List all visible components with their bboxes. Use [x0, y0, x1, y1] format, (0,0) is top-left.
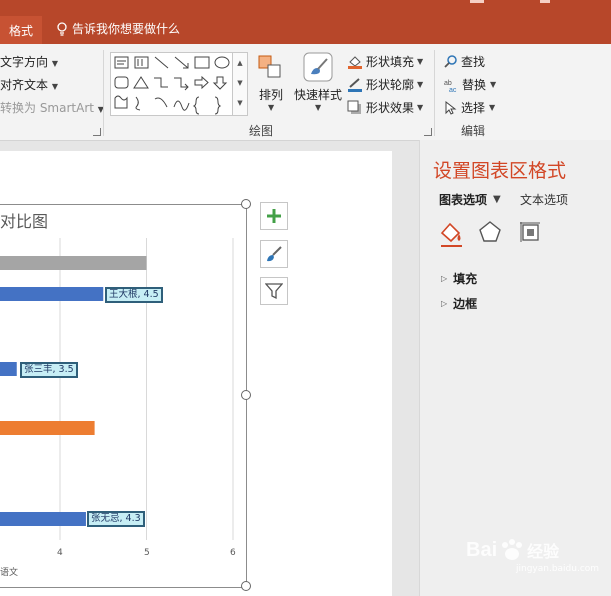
bar-2[interactable] [0, 362, 17, 376]
paintbrush-icon [267, 246, 282, 262]
watermark-url: jingyan.baidu.com [516, 564, 600, 574]
resize-handle[interactable] [241, 199, 251, 209]
tab-format[interactable]: 格式 [0, 16, 42, 44]
lightbulb-icon [57, 21, 67, 36]
bar-1[interactable] [0, 287, 104, 301]
watermark-suffix: 经验 [527, 544, 560, 561]
data-label[interactable]: 张无忌, 4.3 [87, 511, 145, 527]
chevron-down-icon: ▼ [268, 103, 275, 112]
chevron-down-icon: ▼ [315, 103, 322, 112]
pentagon-effects-icon[interactable] [478, 220, 502, 244]
legend-text: 语文 [0, 568, 19, 578]
shapes-gallery[interactable] [110, 52, 248, 116]
drawing-group-label: 绘图 [249, 124, 274, 138]
convert-smartart-button[interactable]: 转换为 SmartArt ▼ [0, 99, 104, 116]
svg-text:ac: ac [449, 87, 457, 92]
baidu-watermark: Bai 经验 [466, 538, 559, 562]
shape-effects-icon [347, 100, 361, 114]
x-tick-label: 5 [144, 548, 150, 558]
filter-icon [265, 283, 283, 300]
dialog-launcher-icon[interactable] [424, 128, 432, 136]
group-separator [103, 50, 104, 136]
replace-label: 替换 [462, 78, 487, 92]
legend-fragment[interactable]: 语文 [0, 565, 18, 578]
find-label: 查找 [461, 55, 486, 69]
chart-title[interactable]: 对比图 [0, 208, 48, 232]
data-label[interactable]: 张三丰, 3.5 [20, 362, 78, 378]
find-button[interactable]: 查找 [444, 53, 485, 70]
chevron-down-icon: ▼ [417, 103, 424, 112]
section-fill[interactable]: ▷ 填充 [441, 270, 477, 287]
chevron-down-icon: ▼ [489, 103, 496, 112]
search-icon [444, 55, 457, 68]
window-control-mark[interactable] [470, 0, 484, 3]
quick-styles-label[interactable]: 快速样式 [294, 86, 342, 103]
data-label[interactable]: 王大根, 4.5 [105, 287, 163, 303]
tab-chart-options-label: 图表选项 [439, 193, 488, 207]
arrange-icon[interactable] [257, 54, 285, 84]
shape-outline-button[interactable]: 形状轮廓 ▼ [347, 76, 423, 93]
chevron-down-icon: ▼ [51, 82, 58, 91]
replace-icon: abac [444, 80, 457, 92]
group-separator [434, 50, 435, 136]
align-text-button[interactable]: 对齐文本 ▼ [0, 76, 58, 93]
bar-4[interactable] [0, 512, 86, 526]
paw-logo-icon [502, 539, 523, 560]
gallery-scroll-icons: ▲ ▼ ▼ [237, 59, 243, 107]
chevron-right-icon: ▷ [441, 299, 448, 308]
paint-bucket-icon [348, 56, 362, 69]
convert-smartart-label: 转换为 SmartArt [0, 101, 94, 115]
text-direction-button[interactable]: 文字方向 ▼ [0, 53, 58, 70]
chart-styles-button[interactable] [260, 240, 288, 268]
size-properties-icon[interactable] [518, 220, 542, 244]
chart-elements-button[interactable] [260, 202, 288, 230]
editing-group-label: 编辑 [461, 124, 486, 138]
fill-line-icon[interactable] [438, 220, 464, 248]
svg-text:ab: ab [444, 80, 452, 87]
shape-outline-label: 形状轮廓 [366, 78, 415, 92]
x-tick-label: 6 [230, 548, 236, 558]
chart-filters-button[interactable] [260, 277, 288, 305]
select-button[interactable]: 选择 ▼ [444, 99, 495, 116]
chevron-down-icon: ▼ [490, 80, 497, 89]
shape-fill-label: 形状填充 [366, 55, 415, 69]
tell-me-text: 告诉我你想要做什么 [72, 22, 181, 36]
bar-3[interactable] [0, 421, 95, 435]
x-tick-label: 4 [57, 548, 63, 558]
chevron-down-icon: ▼ [493, 194, 501, 205]
shape-fill-button[interactable]: 形状填充 ▼ [347, 53, 423, 70]
align-text-label: 对齐文本 [0, 78, 49, 92]
format-chart-area-pane [419, 140, 611, 596]
cursor-arrow-icon [445, 100, 457, 115]
tell-me-search[interactable]: 告诉我你想要做什么 [56, 20, 180, 37]
watermark-brand: Bai [466, 538, 498, 561]
shapes-gallery-icons [114, 56, 230, 115]
plus-icon [267, 209, 281, 223]
chart-plot-area[interactable] [0, 230, 246, 586]
quick-styles-icon[interactable] [303, 52, 333, 84]
resize-handle[interactable] [241, 390, 251, 400]
dialog-launcher-icon[interactable] [93, 128, 101, 136]
pen-outline-icon [348, 78, 362, 92]
chevron-down-icon: ▼ [51, 59, 58, 68]
chevron-down-icon: ▼ [417, 80, 424, 89]
tab-chart-options[interactable]: 图表选项 ▼ [439, 191, 501, 208]
gallery-scrollbar[interactable]: ▲ ▼ ▼ [232, 52, 248, 116]
text-direction-label: 文字方向 [0, 55, 49, 69]
section-border[interactable]: ▷ 边框 [441, 295, 477, 312]
shape-effects-button[interactable]: 形状效果 ▼ [347, 99, 423, 116]
select-label: 选择 [461, 101, 486, 115]
bar-0[interactable] [0, 256, 147, 270]
chevron-down-icon: ▼ [417, 57, 424, 66]
window-control-mark[interactable] [540, 0, 550, 3]
chevron-right-icon: ▷ [441, 274, 448, 283]
section-border-label: 边框 [453, 297, 478, 311]
pane-title: 设置图表区格式 [433, 160, 567, 182]
replace-button[interactable]: ab ac 替换 ▼ [444, 76, 496, 93]
section-fill-label: 填充 [453, 272, 478, 286]
tab-text-options[interactable]: 文本选项 [520, 191, 568, 208]
resize-handle[interactable] [241, 581, 251, 591]
arrange-label[interactable]: 排列 [259, 86, 283, 103]
shape-effects-label: 形状效果 [366, 101, 415, 115]
